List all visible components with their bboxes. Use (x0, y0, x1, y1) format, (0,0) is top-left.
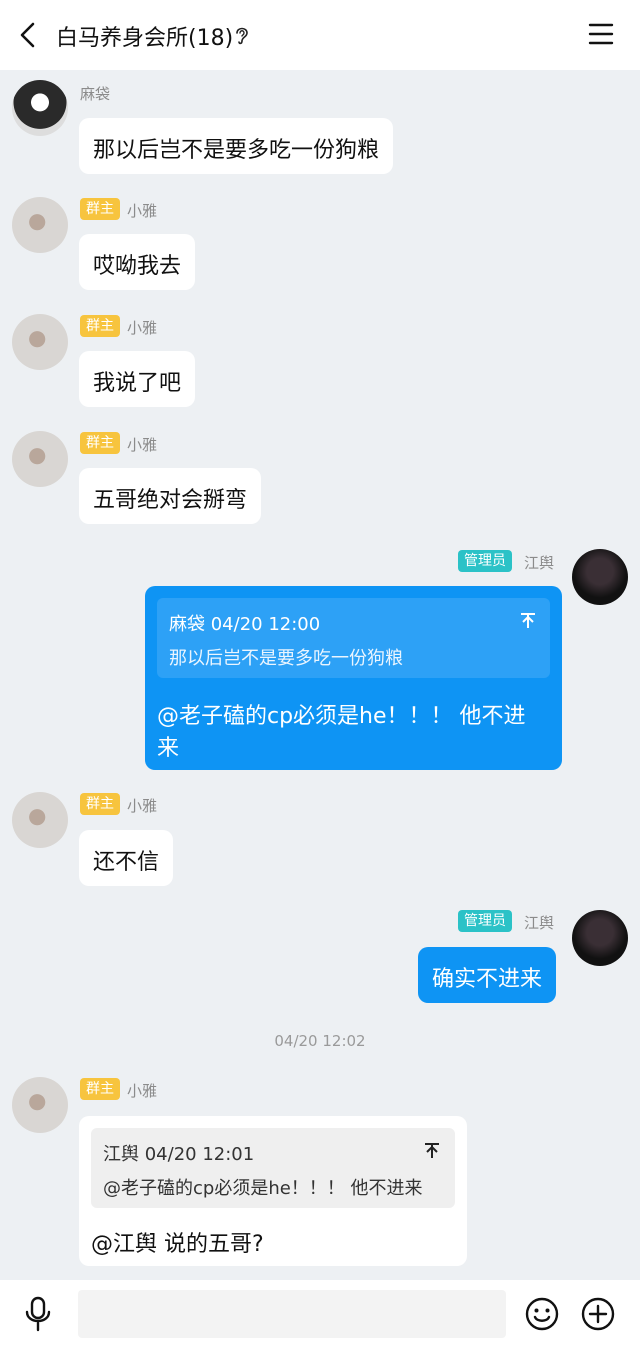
mic-icon[interactable] (22, 1296, 54, 1332)
sender-name: 江舆 (524, 914, 555, 932)
message-bubble[interactable]: 哎呦我去 (79, 234, 196, 290)
owner-badge: 群主 (80, 432, 120, 454)
reply-bubble[interactable]: 麻袋 04/20 12:00 那以后岂不是要多吃一份狗粮 @老子磕的cp必须是h… (145, 586, 562, 770)
owner-badge: 群主 (80, 198, 120, 220)
admin-badge: 管理员 (458, 910, 512, 932)
quote-header: 江舆 04/20 12:01 (103, 1144, 255, 1165)
sender-name: 小雅 (127, 1082, 158, 1100)
quote-arrow-icon[interactable] (423, 1142, 441, 1160)
message-list[interactable]: 麻袋 那以后岂不是要多吃一份狗粮 群主 小雅 哎呦我去 群主 小雅 我说了吧 群… (0, 70, 640, 1280)
quoted-message[interactable]: 江舆 04/20 12:01 @老子磕的cp必须是he！！！ 他不进来 (91, 1128, 455, 1208)
input-bar (0, 1280, 640, 1347)
message-text-line2: 来 (157, 736, 180, 761)
message-text-line1: @老子磕的cp必须是he！！！ 他不进 (157, 704, 526, 729)
emoji-icon[interactable] (524, 1296, 560, 1332)
sender-name: 小雅 (127, 797, 158, 815)
quote-text: 那以后岂不是要多吃一份狗粮 (169, 648, 403, 669)
group-title[interactable]: 白马养身会所(18) (56, 20, 233, 52)
plus-icon[interactable] (580, 1296, 616, 1332)
message-text: @江舆 说的五哥? (91, 1232, 264, 1257)
quote-header: 麻袋 04/20 12:00 (169, 614, 321, 635)
sender-name: 小雅 (127, 202, 158, 220)
timestamp: 04/20 12:02 (274, 1032, 366, 1050)
sender-name: 小雅 (127, 319, 158, 337)
sender-name: 小雅 (127, 436, 158, 454)
avatar[interactable] (12, 80, 68, 136)
ear-icon (236, 27, 248, 45)
message-input[interactable] (78, 1290, 506, 1338)
quoted-message[interactable]: 麻袋 04/20 12:00 那以后岂不是要多吃一份狗粮 (157, 598, 550, 678)
sender-name: 麻袋 (80, 85, 111, 103)
owner-badge: 群主 (80, 793, 120, 815)
avatar[interactable] (572, 910, 628, 966)
avatar[interactable] (12, 1077, 68, 1133)
message-bubble[interactable]: 还不信 (79, 830, 174, 886)
avatar[interactable] (12, 197, 68, 253)
reply-bubble[interactable]: 江舆 04/20 12:01 @老子磕的cp必须是he！！！ 他不进来 @江舆 … (79, 1116, 467, 1266)
message-bubble[interactable]: 那以后岂不是要多吃一份狗粮 (79, 118, 394, 174)
owner-badge: 群主 (80, 315, 120, 337)
admin-badge: 管理员 (458, 550, 512, 572)
owner-badge: 群主 (80, 1078, 120, 1100)
back-icon[interactable] (14, 20, 44, 50)
avatar[interactable] (572, 549, 628, 605)
avatar[interactable] (12, 431, 68, 487)
message-bubble[interactable]: 确实不进来 (418, 947, 557, 1003)
quote-text: @老子磕的cp必须是he！！！ 他不进来 (103, 1178, 423, 1199)
message-bubble[interactable]: 五哥绝对会掰弯 (79, 468, 262, 524)
avatar[interactable] (12, 792, 68, 848)
avatar[interactable] (12, 314, 68, 370)
chat-header: 白马养身会所(18) (0, 0, 640, 70)
sender-name: 江舆 (524, 554, 555, 572)
quote-arrow-icon[interactable] (519, 612, 537, 630)
message-bubble[interactable]: 我说了吧 (79, 351, 196, 407)
menu-icon[interactable] (588, 22, 614, 46)
